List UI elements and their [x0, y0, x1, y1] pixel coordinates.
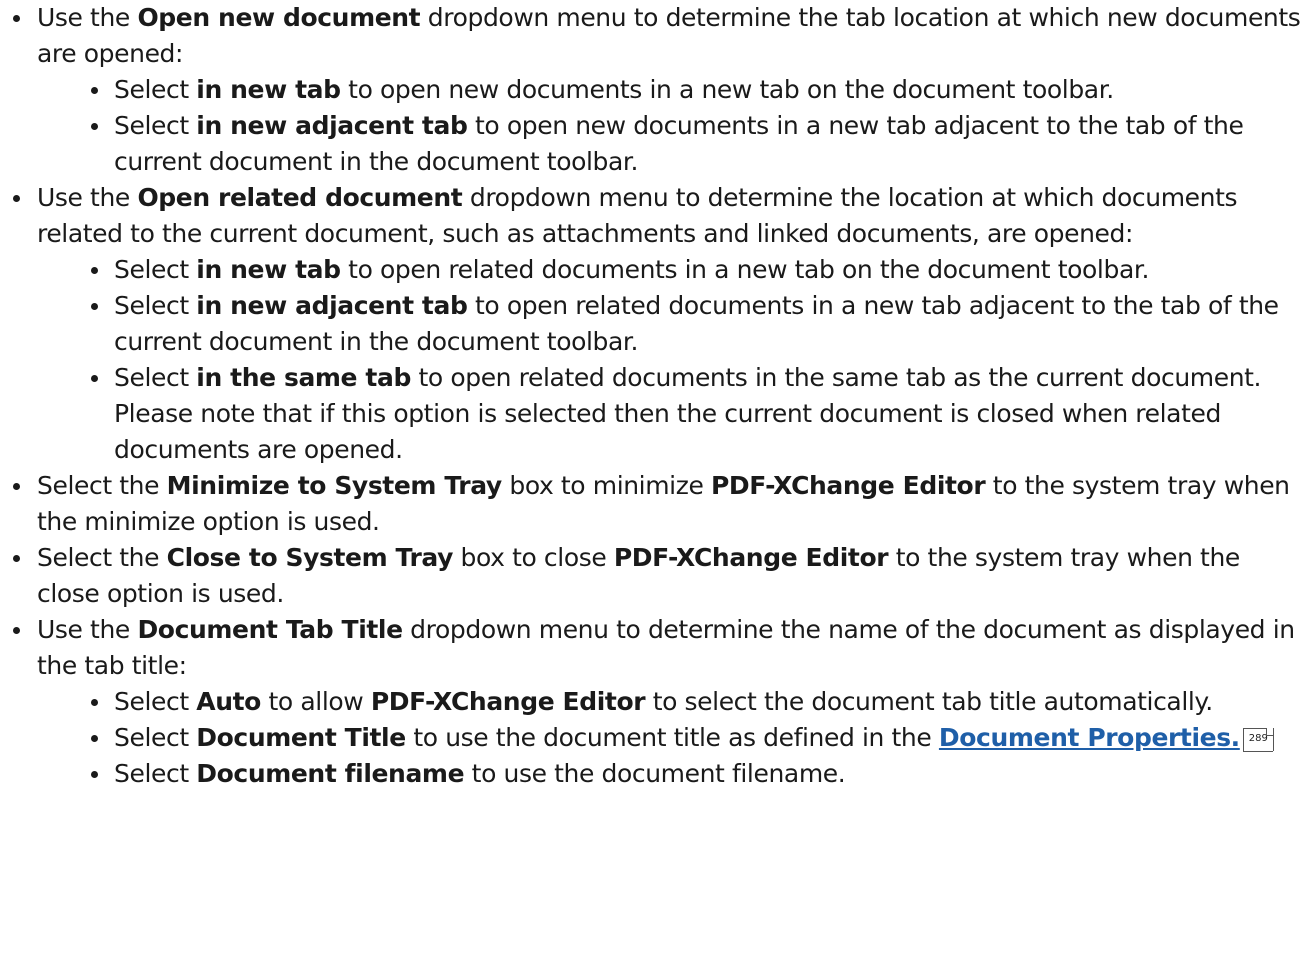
list-item-close-to-tray: Select the Close to System Tray box to c…	[0, 540, 1302, 612]
text: to use the document filename.	[464, 759, 846, 788]
term-product-name: PDF-XChange Editor	[613, 543, 889, 572]
term: Document filename	[196, 759, 465, 788]
term: in new tab	[196, 255, 341, 284]
text: Use the	[37, 615, 138, 644]
sub-item: Select Auto to allow PDF-XChange Editor …	[37, 684, 1302, 720]
term: Auto	[196, 687, 261, 716]
text: Select	[114, 111, 197, 140]
text: Select	[114, 291, 197, 320]
document-page: Use the Open new document dropdown menu …	[0, 0, 1302, 957]
term-close-to-system-tray: Close to System Tray	[166, 543, 454, 572]
sublist: Select in new tab to open related docume…	[37, 252, 1302, 468]
list-item-open-related-document: Use the Open related document dropdown m…	[0, 180, 1302, 468]
text: box to close	[453, 543, 614, 572]
document-properties-link[interactable]: Document Properties.	[939, 723, 1240, 752]
text: Select	[114, 723, 197, 752]
text: Select	[114, 759, 197, 788]
sub-item: Select in new tab to open new documents …	[37, 72, 1302, 108]
text: Select the	[37, 543, 167, 572]
page-fold	[1265, 728, 1274, 736]
text: to select the document tab title automat…	[645, 687, 1214, 716]
sub-item: Select in the same tab to open related d…	[37, 360, 1302, 468]
text: to open related documents in a new tab o…	[340, 255, 1149, 284]
sub-item: Select in new adjacent tab to open new d…	[37, 108, 1302, 180]
text: Use the	[37, 3, 138, 32]
text: to allow	[260, 687, 371, 716]
text: Select	[114, 687, 197, 716]
list-item-document-tab-title: Use the Document Tab Title dropdown menu…	[0, 612, 1302, 792]
list-item-open-new-document: Use the Open new document dropdown menu …	[0, 0, 1302, 180]
term-minimize-to-system-tray: Minimize to System Tray	[166, 471, 503, 500]
term-open-new-document: Open new document	[137, 3, 421, 32]
text: Use the	[37, 183, 138, 212]
text: box to minimize	[501, 471, 711, 500]
sublist: Select in new tab to open new documents …	[37, 72, 1302, 180]
sub-item: Select in new adjacent tab to open relat…	[37, 288, 1302, 360]
term-document-tab-title: Document Tab Title	[137, 615, 403, 644]
sublist: Select Auto to allow PDF-XChange Editor …	[37, 684, 1302, 792]
term-product-name: PDF-XChange Editor	[710, 471, 986, 500]
term: in the same tab	[196, 363, 411, 392]
sub-item: Select in new tab to open related docume…	[37, 252, 1302, 288]
sub-item: Select Document filename to use the docu…	[37, 756, 1302, 792]
term: in new tab	[196, 75, 341, 104]
list-item-minimize-to-tray: Select the Minimize to System Tray box t…	[0, 468, 1302, 540]
text: to open new documents in a new tab on th…	[340, 75, 1114, 104]
term-open-related-document: Open related document	[137, 183, 463, 212]
term: in new adjacent tab	[196, 291, 468, 320]
page-reference-icon[interactable]: 289	[1242, 728, 1274, 752]
text: to use the document title as defined in …	[405, 723, 939, 752]
text: Select	[114, 75, 197, 104]
sub-item: Select Document Title to use the documen…	[37, 720, 1302, 756]
text: Select	[114, 255, 197, 284]
text: Select the	[37, 471, 167, 500]
page-number: 289	[1248, 733, 1268, 744]
text: Select	[114, 363, 197, 392]
term: in new adjacent tab	[196, 111, 468, 140]
options-list: Use the Open new document dropdown menu …	[0, 0, 1302, 792]
term-product-name: PDF-XChange Editor	[370, 687, 646, 716]
term: Document Title	[196, 723, 406, 752]
